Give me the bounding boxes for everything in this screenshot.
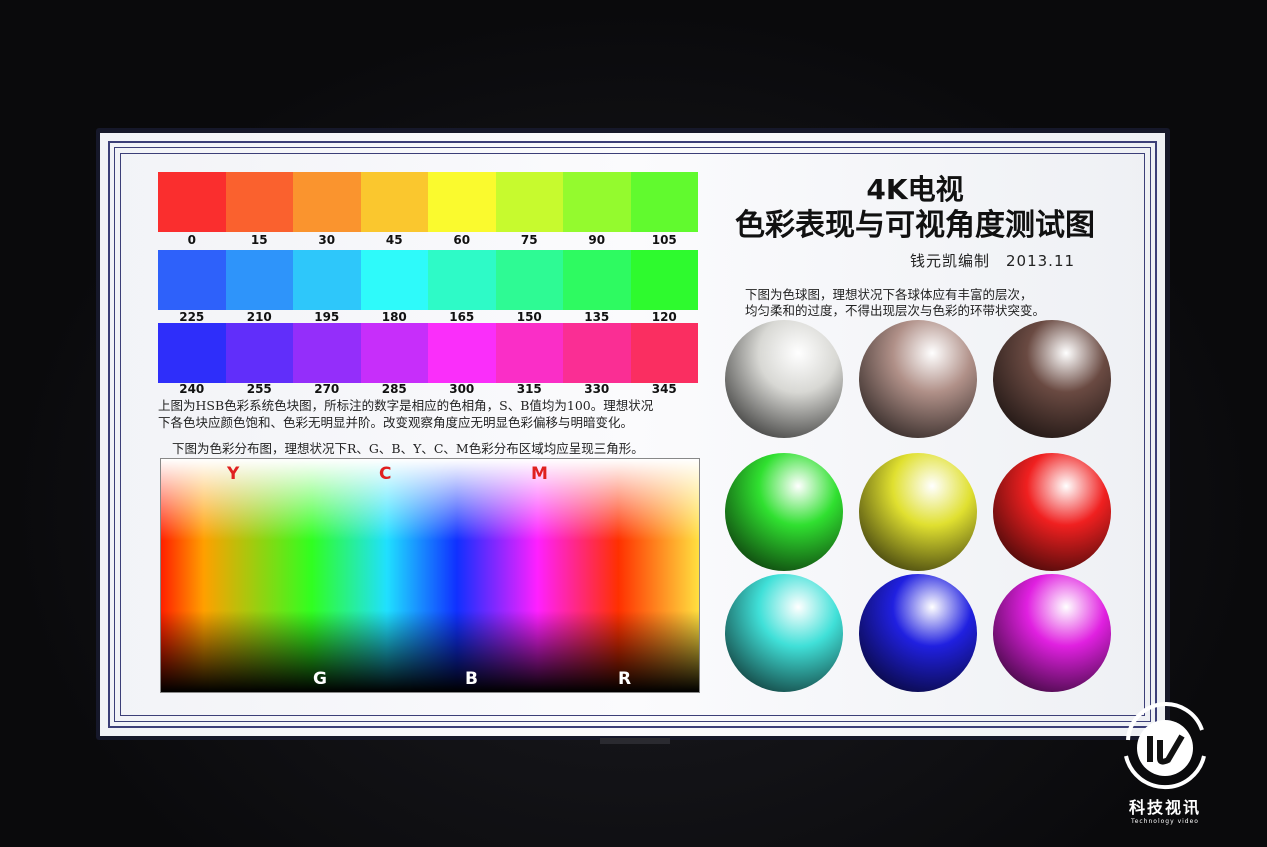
- label-m: M: [531, 464, 548, 484]
- hue-swatch: [496, 250, 564, 310]
- color-sphere: [859, 574, 977, 692]
- hue-label: 150: [496, 310, 564, 324]
- hue-label: 165: [428, 310, 496, 324]
- hue-swatch: [631, 250, 699, 310]
- hue-swatch: [226, 172, 294, 232]
- hue-swatch: [361, 172, 429, 232]
- hue-label: 30: [293, 233, 361, 247]
- color-sphere: [725, 320, 843, 438]
- hue-row: [158, 172, 698, 232]
- hue-label: 240: [158, 382, 226, 396]
- color-distribution-gradient: Y C M G B R: [160, 458, 700, 693]
- color-sphere: [993, 453, 1111, 571]
- hue-labels: 240255270285300315330345: [158, 382, 698, 396]
- color-sphere: [725, 453, 843, 571]
- hue-swatch: [158, 172, 226, 232]
- label-y: Y: [227, 464, 239, 484]
- hue-label: 0: [158, 233, 226, 247]
- label-c: C: [379, 464, 391, 484]
- hue-swatch: [563, 250, 631, 310]
- hsb-caption-1: 上图为HSB色彩系统色块图，所标注的数字是相应的色相角，S、B值均为100。理想…: [158, 397, 653, 414]
- hue-label: 105: [631, 233, 699, 247]
- label-r: R: [618, 669, 631, 689]
- hue-label: 45: [361, 233, 429, 247]
- color-sphere: [859, 320, 977, 438]
- hue-swatch: [158, 250, 226, 310]
- hue-labels: 225210195180165150135120: [158, 310, 698, 324]
- gradient-caption: 下图为色彩分布图，理想状况下R、G、B、Y、C、M色彩分布区域均应呈现三角形。: [172, 440, 644, 457]
- hue-swatch: [293, 250, 361, 310]
- color-sphere: [725, 574, 843, 692]
- hue-label: 120: [631, 310, 699, 324]
- hue-swatch: [631, 172, 699, 232]
- hue-swatch: [361, 250, 429, 310]
- sphere-caption-2: 均匀柔和的过度，不得出现层次与色彩的环带状突变。: [745, 302, 1045, 319]
- hue-labels: 0153045607590105: [158, 233, 698, 247]
- hue-label: 345: [631, 382, 699, 396]
- hue-swatch: [226, 323, 294, 383]
- hue-swatch: [158, 323, 226, 383]
- hue-label: 270: [293, 382, 361, 396]
- hue-label: 135: [563, 310, 631, 324]
- hue-swatch: [428, 250, 496, 310]
- hue-swatch: [496, 172, 564, 232]
- logo-text: 科技视讯: [1115, 794, 1215, 818]
- hue-swatch: [226, 250, 294, 310]
- tv-brand-plate: [600, 738, 670, 744]
- hue-label: 75: [496, 233, 564, 247]
- hue-row: [158, 250, 698, 310]
- color-sphere: [993, 320, 1111, 438]
- label-b: B: [465, 669, 478, 689]
- logo-icon: [1120, 700, 1210, 790]
- hue-swatch: [293, 172, 361, 232]
- author-date: 钱元凯编制 2013.11: [910, 250, 1075, 271]
- hue-label: 285: [361, 382, 429, 396]
- hue-swatch: [361, 323, 429, 383]
- hue-label: 195: [293, 310, 361, 324]
- hue-label: 255: [226, 382, 294, 396]
- hue-label: 300: [428, 382, 496, 396]
- hue-label: 15: [226, 233, 294, 247]
- hsb-caption-2: 下各色块应颜色饱和、色彩无明显并阶。改变观察角度应无明显色彩偏移与明暗变化。: [158, 414, 633, 431]
- hue-label: 315: [496, 382, 564, 396]
- hue-label: 180: [361, 310, 429, 324]
- hue-label: 330: [563, 382, 631, 396]
- color-sphere: [993, 574, 1111, 692]
- hue-swatch: [428, 172, 496, 232]
- hue-label: 60: [428, 233, 496, 247]
- hue-swatch: [428, 323, 496, 383]
- hue-swatch: [563, 323, 631, 383]
- hue-swatch: [496, 323, 564, 383]
- hue-swatch: [293, 323, 361, 383]
- logo-subtext: Technology video: [1115, 818, 1215, 825]
- sphere-caption-1: 下图为色球图，理想状况下各球体应有丰富的层次，: [745, 286, 1033, 303]
- hue-swatch: [631, 323, 699, 383]
- watermark-logo: 科技视讯 Technology video: [1115, 700, 1215, 820]
- hue-label: 225: [158, 310, 226, 324]
- hue-swatch: [563, 172, 631, 232]
- title-line-2: 色彩表现与可视角度测试图: [705, 200, 1125, 244]
- hue-row: [158, 323, 698, 383]
- color-sphere: [859, 453, 977, 571]
- label-g: G: [313, 669, 327, 689]
- hue-label: 210: [226, 310, 294, 324]
- hue-label: 90: [563, 233, 631, 247]
